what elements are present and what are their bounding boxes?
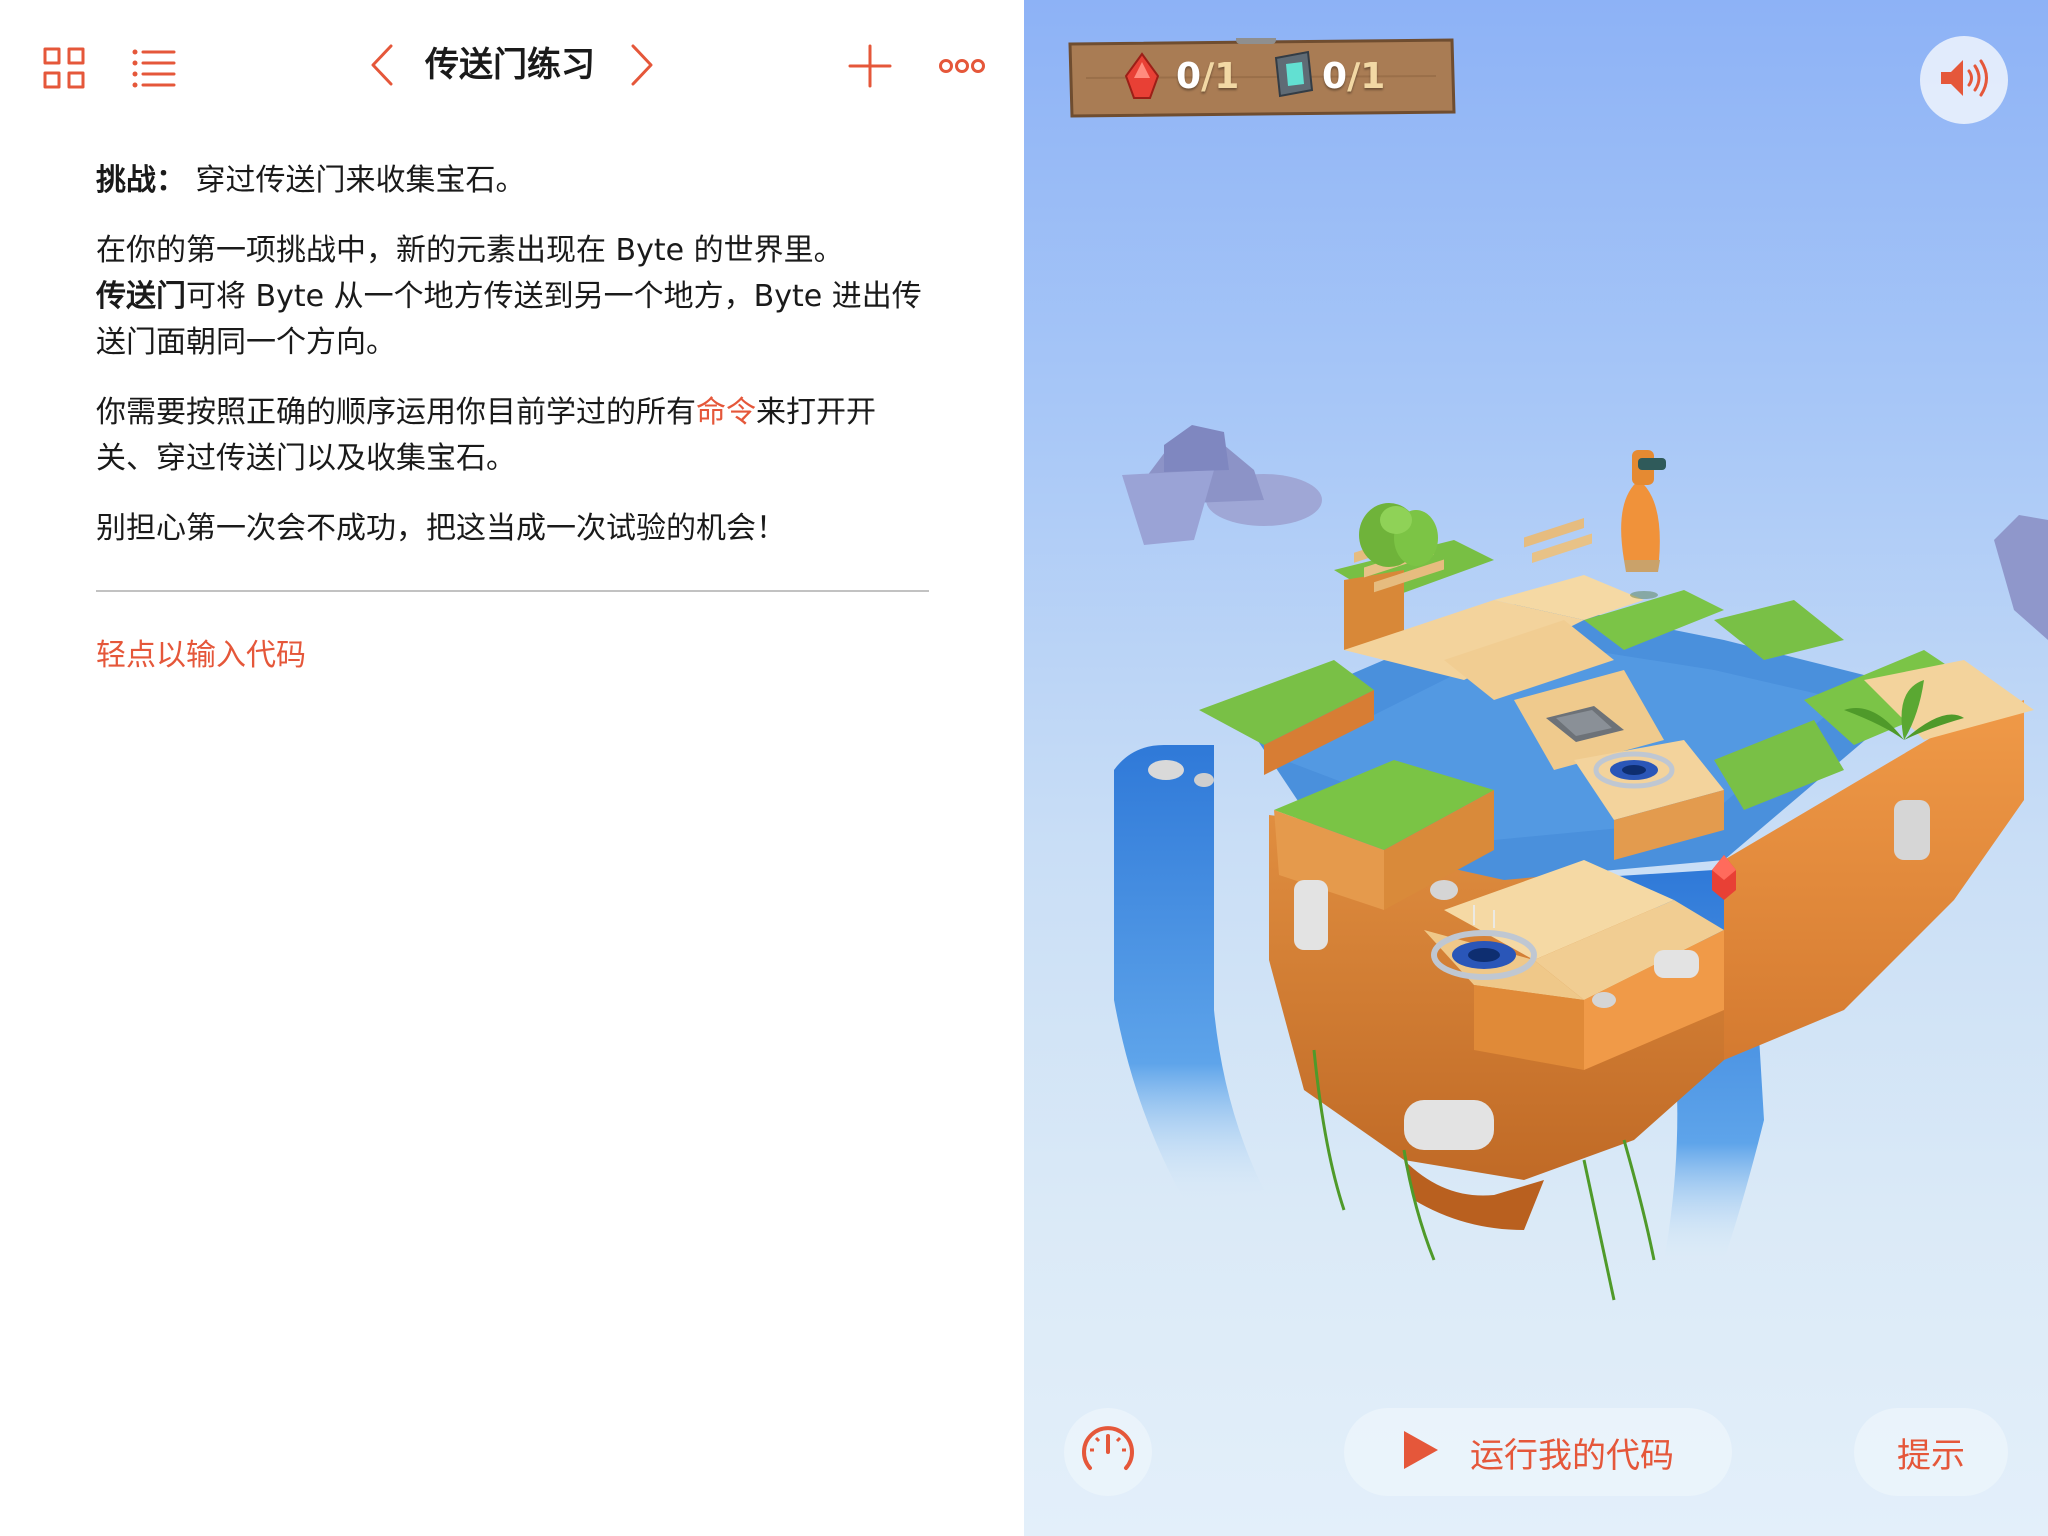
divider (96, 590, 929, 592)
speaker-icon (1937, 56, 1991, 104)
switch-count-value: 0 (1322, 56, 1348, 97)
waterfall-left (1114, 745, 1264, 1200)
grid-icon[interactable] (38, 42, 90, 94)
gem-counter-icon (1124, 52, 1160, 106)
page-title: 传送门练习 (425, 45, 595, 85)
bush (1359, 503, 1438, 567)
byte-character (1621, 450, 1666, 599)
more-icon[interactable] (936, 46, 988, 86)
challenge-text: 穿过传送门来收集宝石。 (186, 163, 526, 198)
floating-rock-right (1994, 515, 2048, 640)
gem-count: 0/1 (1176, 56, 1239, 97)
switch-counter-icon (1272, 50, 1316, 104)
instructions: 挑战： 穿过传送门来收集宝石。 在你的第一项挑战中，新的元素出现在 Byte 的… (96, 158, 930, 576)
hint-button[interactable]: 提示 (1854, 1408, 2008, 1496)
sound-button[interactable] (1920, 36, 2008, 124)
play-icon (1402, 1429, 1440, 1475)
challenge-paragraph: 挑战： 穿过传送门来收集宝石。 (96, 158, 930, 204)
floating-rock-left (1122, 425, 1322, 545)
encouragement-paragraph: 别担心第一次会不成功，把这当成一次试验的机会！ (96, 511, 786, 546)
score-board: 0/1 0/1 (1066, 38, 1458, 118)
tap-to-enter-code[interactable]: 轻点以输入代码 (96, 630, 306, 674)
portal-description: 可将 Byte 从一个地方传送到另一个地方，Byte 进出传送门面朝同一个方向。 (96, 279, 922, 360)
plus-icon[interactable] (844, 40, 896, 92)
list-icon[interactable] (128, 42, 180, 94)
switch-count-total: /1 (1347, 56, 1386, 97)
commands-paragraph: 你需要按照正确的顺序运用你目前学过的所有命令来打开开关、穿过传送门以及收集宝石。 (96, 390, 930, 482)
challenge-label: 挑战： (96, 163, 186, 198)
run-code-label: 运行我的代码 (1470, 1435, 1674, 1476)
code-editor-pane: 传送门练习 挑战： 穿过传送门来收集宝石。 在你的第一项挑战中，新的元素出现在 … (0, 0, 1024, 1536)
chevron-left-icon[interactable] (362, 40, 402, 90)
intro-paragraph: 在你的第一项挑战中，新的元素出现在 Byte 的世界里。 传送门可将 Byte … (96, 228, 930, 366)
game-view[interactable]: 0/1 0/1 运行我的代码 提示 (1024, 0, 2048, 1536)
run-code-button[interactable]: 运行我的代码 (1344, 1408, 1732, 1496)
commands-link[interactable]: 命令 (696, 395, 756, 430)
puzzle-world-scene[interactable] (1024, 0, 2048, 1536)
commands-text-before: 你需要按照正确的顺序运用你目前学过的所有 (96, 395, 696, 430)
gem-count-value: 0 (1176, 56, 1202, 97)
switch-count: 0/1 (1322, 56, 1385, 97)
portal-term: 传送门 (96, 279, 186, 314)
speedometer-icon (1078, 1422, 1138, 1482)
gem-count-total: /1 (1201, 56, 1240, 97)
intro-line: 在你的第一项挑战中，新的元素出现在 Byte 的世界里。 (96, 233, 844, 268)
chevron-right-icon[interactable] (622, 40, 662, 90)
speed-button[interactable] (1064, 1408, 1152, 1496)
